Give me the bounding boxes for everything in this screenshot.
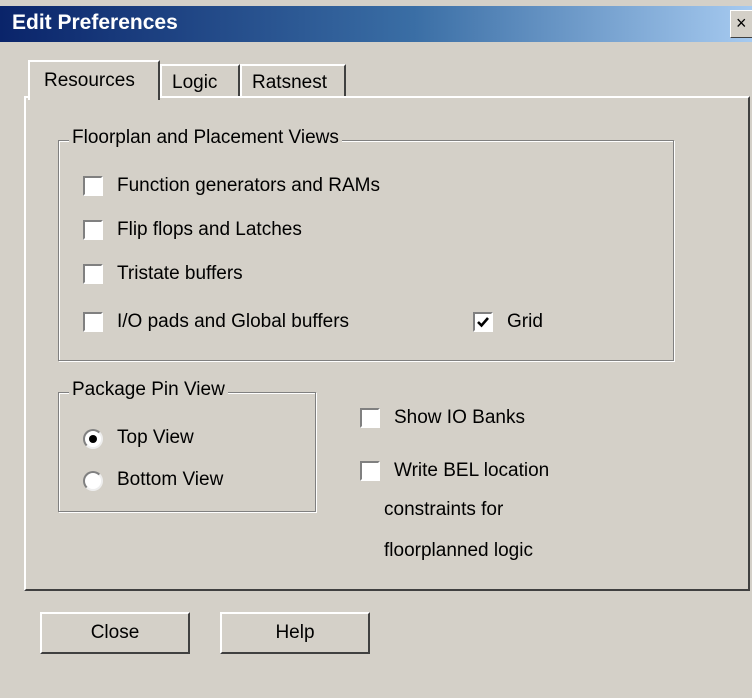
tab-logic[interactable]: Logic (160, 64, 240, 98)
radio-label: Bottom View (117, 469, 224, 490)
group-legend: Package Pin View (69, 379, 228, 401)
check-icon (477, 317, 489, 328)
tab-resources[interactable]: Resources (28, 60, 160, 100)
checkbox-label: Flip flops and Latches (117, 219, 302, 240)
tab-ratsnest[interactable]: Ratsnest (240, 64, 346, 98)
checkbox-label: Grid (507, 311, 543, 332)
close-button-label: Close (90, 622, 140, 643)
window-title: Edit Preferences (12, 11, 178, 34)
tab-label: Resources (44, 70, 135, 91)
floorplan-group: Floorplan and Placement Views Function g… (58, 127, 674, 361)
checkbox-label: Function generators and RAMs (117, 175, 380, 196)
radio-circle[interactable] (83, 471, 103, 491)
tab-label: Ratsnest (252, 72, 327, 93)
help-button-label: Help (275, 622, 315, 643)
checkbox-box[interactable] (83, 176, 103, 196)
close-button[interactable]: Close (40, 612, 190, 654)
checkbox-label: Write BEL location (394, 460, 550, 481)
radio-dot-icon (89, 435, 97, 443)
checkbox-label: Tristate buffers (117, 263, 243, 284)
checkbox-label: I/O pads and Global buffers (117, 311, 350, 332)
write-bel-label-line-3: floorplanned logic (384, 540, 533, 561)
group-legend: Floorplan and Placement Views (69, 127, 342, 149)
checkbox-box[interactable] (83, 312, 103, 332)
checkbox-box[interactable] (473, 312, 493, 332)
radio-label: Top View (117, 427, 194, 448)
tab-panel-resources: Floorplan and Placement Views Function g… (24, 96, 750, 591)
checkbox-box[interactable] (83, 264, 103, 284)
title-bar[interactable]: Edit Preferences × (0, 6, 752, 42)
close-window-icon[interactable]: × (730, 10, 752, 38)
write-bel-label-line-2: constraints for (384, 499, 504, 520)
checkbox-label: Show IO Banks (394, 407, 525, 428)
package-pin-view-group: Package Pin View Top View Bottom View (58, 379, 316, 512)
radio-circle[interactable] (83, 429, 103, 449)
help-button[interactable]: Help (220, 612, 370, 654)
tab-label: Logic (172, 72, 218, 93)
checkbox-box[interactable] (360, 461, 380, 481)
checkbox-box[interactable] (360, 408, 380, 428)
checkbox-box[interactable] (83, 220, 103, 240)
edit-preferences-dialog: Edit Preferences × Resources Logic Ratsn… (0, 0, 752, 698)
